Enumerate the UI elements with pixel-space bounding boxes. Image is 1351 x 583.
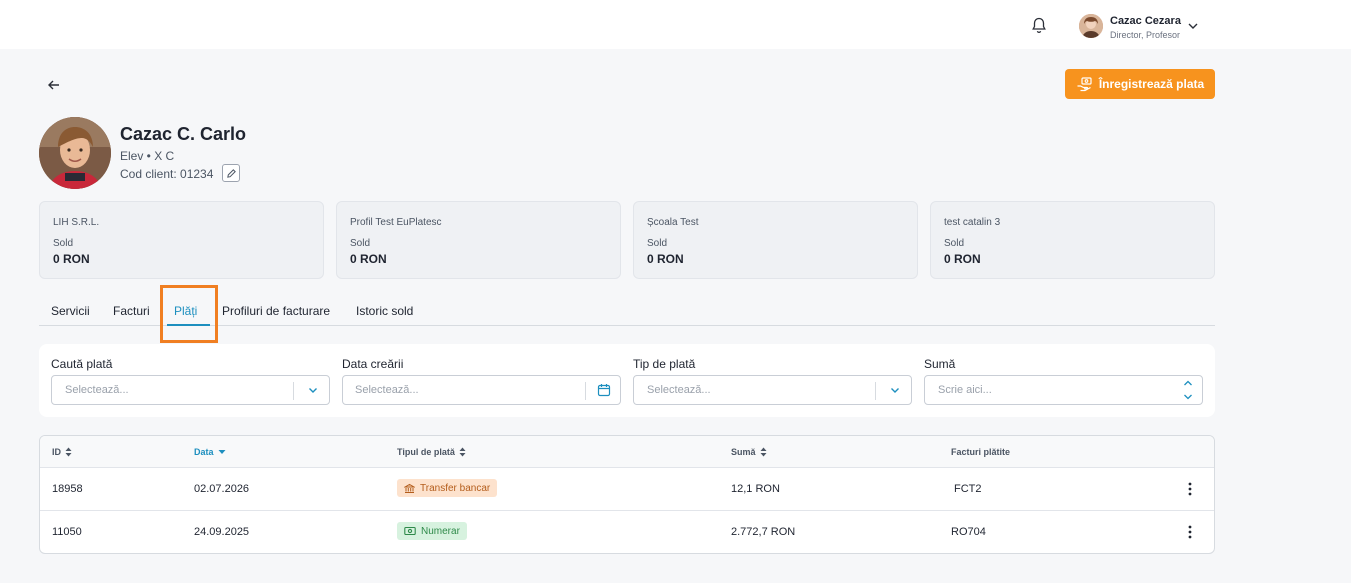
payment-type-label: Transfer bancar (420, 482, 491, 494)
cell-id: 11050 (52, 526, 82, 538)
hand-money-icon (1077, 76, 1092, 91)
student-name: Cazac C. Carlo (120, 124, 247, 144)
payment-search-placeholder: Selectează... (65, 384, 129, 396)
user-role: Director, Profesor (1110, 30, 1181, 40)
column-header-date[interactable]: Data (194, 447, 226, 457)
payment-search-select[interactable]: Selectează... (51, 375, 330, 405)
tab-facturi[interactable]: Facturi (113, 304, 150, 318)
balance-label: Sold (944, 238, 965, 249)
sort-icon (459, 447, 466, 457)
register-payment-button[interactable]: Înregistrează plata (1065, 69, 1215, 99)
chevron-down-icon (891, 388, 899, 393)
amount-input[interactable]: Scrie aici... (924, 375, 1203, 405)
column-header-invoices: Facturi plătite (951, 447, 1010, 457)
tab-servicii[interactable]: Servicii (51, 304, 90, 318)
table-header: ID Data Tipul de plată Sumă Facturi plăt… (40, 436, 1214, 468)
top-bar: Cazac Cezara Director, Profesor (0, 0, 1351, 49)
calendar-icon (597, 384, 611, 397)
cell-invoices[interactable]: FCT2 (954, 483, 982, 495)
column-header-label: Sumă (731, 447, 756, 457)
balance-value: 0 RON (350, 252, 387, 266)
divider (875, 382, 876, 400)
filter-label-search: Caută plată (51, 357, 113, 371)
more-options-icon[interactable] (1187, 481, 1193, 497)
balance-label: Sold (350, 238, 371, 249)
balance-value: 0 RON (647, 252, 684, 266)
sort-icon (760, 447, 767, 457)
column-header-label: Data (194, 447, 214, 457)
column-header-label: Tipul de plată (397, 447, 455, 457)
register-payment-label: Înregistrează plata (1098, 77, 1205, 91)
column-header-id[interactable]: ID (52, 447, 72, 457)
user-name[interactable]: Cazac Cezara (1110, 15, 1181, 27)
cash-icon (404, 526, 416, 536)
balance-label: Sold (647, 238, 668, 249)
column-header-type[interactable]: Tipul de plată (397, 447, 466, 457)
bell-icon[interactable] (1031, 17, 1047, 34)
divider (585, 382, 586, 400)
payment-type-label: Numerar (421, 525, 460, 537)
cell-id: 18958 (52, 483, 83, 495)
payments-table: ID Data Tipul de plată Sumă Facturi plăt… (39, 435, 1215, 554)
payment-type-placeholder: Selectează... (647, 384, 711, 396)
balance-card: Școala Test Sold 0 RON (633, 201, 918, 279)
billing-profile-name: Școala Test (647, 217, 699, 228)
billing-profile-name: LIH S.R.L. (53, 217, 100, 228)
cell-invoices[interactable]: RO704 (951, 526, 986, 538)
tab-istoric-sold[interactable]: Istoric sold (356, 304, 413, 318)
cell-date: 02.07.2026 (194, 483, 250, 495)
divider (293, 382, 294, 400)
table-row[interactable]: 11050 24.09.2025 Numerar 2.772,7 RON RO7… (40, 511, 1214, 553)
balance-label: Sold (53, 238, 74, 249)
pencil-icon (226, 168, 236, 178)
column-header-label: Facturi plătite (951, 447, 1011, 457)
filter-label-type: Tip de plată (633, 357, 696, 371)
creation-date-placeholder: Selectează... (355, 384, 419, 396)
cell-amount: 12,1 RON (731, 483, 780, 495)
balance-card: Profil Test EuPlatesc Sold 0 RON (336, 201, 621, 279)
sort-desc-icon (218, 450, 226, 454)
balance-value: 0 RON (53, 252, 90, 266)
more-options-icon[interactable] (1187, 524, 1193, 540)
balance-card: test catalin 3 Sold 0 RON (930, 201, 1215, 279)
student-photo (39, 117, 111, 189)
edit-client-code-button[interactable] (222, 164, 240, 182)
chevron-down-icon[interactable] (1187, 21, 1199, 31)
chevron-down-icon (309, 388, 317, 393)
balance-value: 0 RON (944, 252, 981, 266)
filter-label-date: Data creării (342, 357, 404, 371)
payment-type-badge: Transfer bancar (397, 479, 498, 497)
creation-date-picker[interactable]: Selectează... (342, 375, 621, 405)
cell-date: 24.09.2025 (194, 526, 250, 538)
stepper-icon[interactable] (1181, 378, 1195, 402)
filter-label-amount: Sumă (924, 357, 956, 371)
client-code: Cod client: 01234 (120, 167, 214, 181)
column-header-amount[interactable]: Sumă (731, 447, 767, 457)
back-arrow-icon[interactable] (47, 78, 61, 92)
billing-profile-name: Profil Test EuPlatesc (350, 217, 442, 228)
user-avatar[interactable] (1079, 14, 1103, 38)
sort-icon (65, 447, 72, 457)
tab-profiluri-facturare[interactable]: Profiluri de facturare (222, 304, 330, 318)
amount-placeholder: Scrie aici... (938, 384, 992, 396)
balance-card: LIH S.R.L. Sold 0 RON (39, 201, 324, 279)
student-class: Elev • X C (120, 149, 175, 163)
tab-highlight-box (160, 285, 218, 343)
payment-type-select[interactable]: Selectează... (633, 375, 912, 405)
billing-profile-name: test catalin 3 (944, 217, 1001, 228)
bank-icon (404, 483, 415, 493)
payment-type-badge: Numerar (397, 522, 467, 540)
column-header-label: ID (52, 447, 61, 457)
table-row[interactable]: 18958 02.07.2026 Transfer bancar 12,1 RO… (40, 468, 1214, 511)
filters-panel: Caută plată Selectează... Data creării S… (39, 344, 1215, 417)
cell-amount: 2.772,7 RON (731, 526, 796, 538)
